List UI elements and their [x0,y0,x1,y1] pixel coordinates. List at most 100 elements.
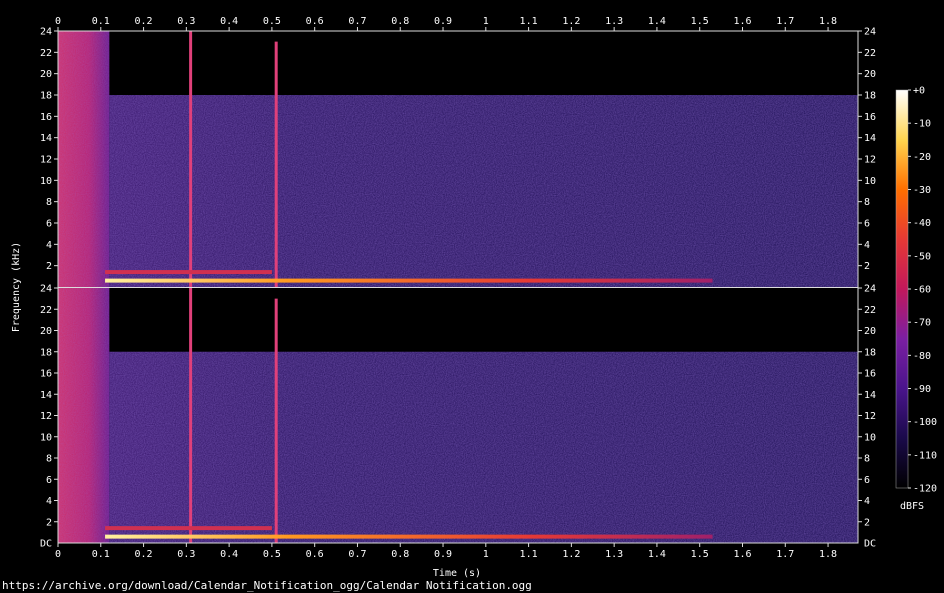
colorbar-tick-label: -80 [913,351,931,362]
colorbar-tick-label: -60 [913,285,931,296]
x-tick-label-top: 0.3 [177,16,195,27]
x-tick-label-bottom: 1.6 [733,549,751,560]
x-tick-label-top: 0.5 [263,16,281,27]
colorbar-tick-label: +0 [913,86,925,97]
colorbar-tick-label: -50 [913,251,931,262]
y-tick-label-right: 8 [864,197,870,208]
y-dc-label-left: DC [40,539,52,550]
x-tick-label-top: 1.1 [520,16,538,27]
colorbar-tick-label: -110 [913,450,937,461]
y-tick-label-right: 12 [864,411,876,422]
x-tick-label-bottom: 0 [55,549,61,560]
tone-low [105,534,713,539]
y-tick-label-right: 20 [864,69,876,80]
x-tick-label-bottom: 1.5 [691,549,709,560]
y-tick-label-right: 10 [864,432,876,443]
y-tick-label-right: 6 [864,475,870,486]
x-tick-label-top: 1.3 [605,16,623,27]
x-tick-label-bottom: 0.7 [348,549,366,560]
y-axis-label: Frequency (kHz) [11,241,22,333]
y-tick-label-left: 16 [40,369,52,380]
x-tick-label-top: 1.7 [776,16,794,27]
y-tick-label-right: 22 [864,48,876,59]
y-tick-label-right: 6 [864,219,870,230]
y-tick-label-left: 18 [40,91,52,102]
x-tick-label-bottom: 0.1 [92,549,110,560]
noise-floor-texture [109,95,858,287]
colorbar: +0 -10 -20 -30 -40 -50 -60 -70 -80 -90 -100 -110 -12… [895,86,937,495]
x-tick-label-bottom: 0.2 [135,549,153,560]
x-tick-label-top: 1.4 [648,16,666,27]
x-tick-label-top: 1.8 [819,16,837,27]
tone-high [105,270,272,275]
colorbar-label: dBFS [899,501,925,512]
y-dc-label-right: DC [864,539,876,550]
source-url: https://archive.org/download/Calendar_No… [2,579,532,592]
y-tick-label-right: 2 [864,261,870,272]
y-tick-label-right: 20 [864,326,876,337]
event-onset-texture [58,31,110,287]
y-tick-label-left: 12 [40,411,52,422]
colorbar-tick-label: -30 [913,185,931,196]
tone-high [105,526,272,531]
y-tick-label-right: 24 [864,284,876,295]
y-tick-label-right: 24 [864,27,876,38]
y-tick-label-right: 2 [864,517,870,528]
y-tick-label-left: 24 [40,284,52,295]
y-tick-label-right: 4 [864,240,870,251]
colorbar-tick-label: -10 [913,119,931,130]
x-tick-label-top: 0.6 [306,16,324,27]
y-tick-label-right: 12 [864,155,876,166]
colorbar-tick-label: -90 [913,384,931,395]
x-tick-label-bottom: 1.8 [819,549,837,560]
y-tick-label-right: 16 [864,112,876,123]
x-tick-label-bottom: 0.9 [434,549,452,560]
tone-low [105,278,713,283]
y-tick-label-right: 8 [864,454,870,465]
x-tick-label-bottom: 1.3 [605,549,623,560]
x-tick-label-bottom: 1.4 [648,549,666,560]
x-tick-label-bottom: 1.7 [776,549,794,560]
y-tick-label-right: 14 [864,133,876,144]
y-tick-label-left: 20 [40,326,52,337]
colorbar-tick-label: -100 [913,417,937,428]
x-tick-label-bottom: 1.2 [562,549,580,560]
y-tick-label-left: 6 [46,475,52,486]
event-onset-texture [58,288,110,543]
colorbar-tick-label: -40 [913,218,931,229]
y-tick-label-left: 22 [40,305,52,316]
noise-floor-texture [109,351,858,543]
colorbar-tick-label: -70 [913,318,931,329]
y-tick-label-right: 22 [864,305,876,316]
y-tick-label-left: 8 [46,197,52,208]
colorbar-tick-label: -20 [913,152,931,163]
x-tick-label-top: 0.7 [348,16,366,27]
x-tick-label-bottom: 0.5 [263,549,281,560]
y-tick-label-right: 16 [864,369,876,380]
y-tick-label-left: 14 [40,390,52,401]
x-tick-label-top: 0.1 [92,16,110,27]
y-tick-label-left: 8 [46,454,52,465]
x-tick-label-top: 1.5 [691,16,709,27]
colorbar-tick-label: -120 [913,484,937,495]
y-tick-label-left: 6 [46,219,52,230]
y-tick-label-right: 18 [864,347,876,358]
y-tick-label-left: 22 [40,48,52,59]
x-tick-label-bottom: 0.8 [391,549,409,560]
y-tick-label-left: 24 [40,27,52,38]
y-tick-label-right: 10 [864,176,876,187]
x-tick-label-bottom: 0.6 [306,549,324,560]
x-tick-label-top: 0 [55,16,61,27]
x-tick-label-top: 1.2 [562,16,580,27]
y-tick-label-right: 14 [864,390,876,401]
y-tick-label-left: 10 [40,432,52,443]
y-tick-label-right: 18 [864,91,876,102]
y-tick-label-right: 4 [864,496,870,507]
x-tick-label-top: 0.2 [135,16,153,27]
y-tick-label-left: 18 [40,347,52,358]
colorbar-gradient [895,89,909,489]
x-tick-label-top: 1.6 [733,16,751,27]
y-tick-label-left: 10 [40,176,52,187]
y-tick-label-left: 20 [40,69,52,80]
y-tick-label-left: 16 [40,112,52,123]
